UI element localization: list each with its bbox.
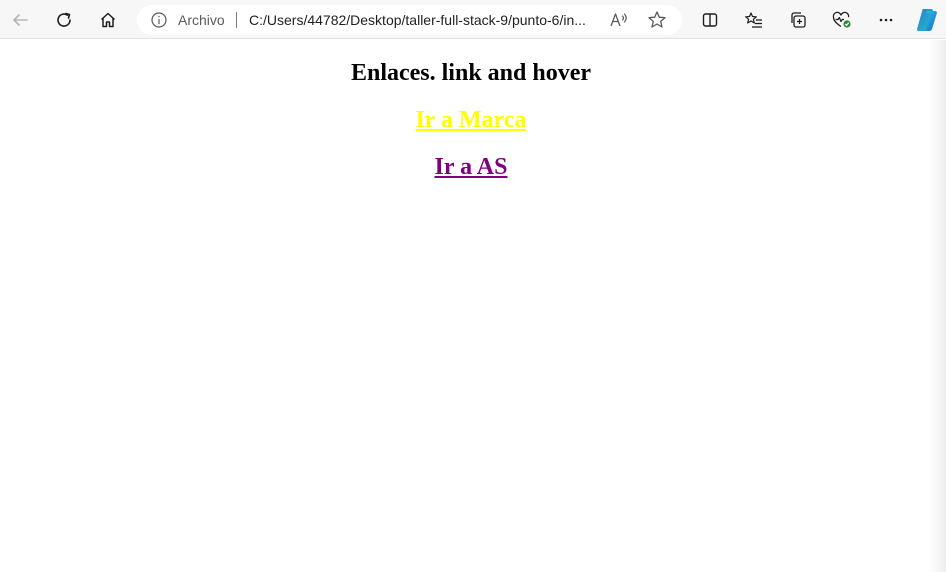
page-content: Enlaces. link and hover Ir a Marca Ir a … [0, 40, 930, 572]
home-button[interactable] [92, 4, 124, 36]
star-icon[interactable] [647, 10, 667, 30]
link-ir-a-as[interactable]: Ir a AS [0, 153, 942, 181]
refresh-icon [57, 12, 71, 27]
favorites-button[interactable] [738, 4, 770, 36]
url-text[interactable]: C:/Users/44782/Desktop/taller-full-stack… [249, 11, 601, 29]
more-button[interactable] [870, 4, 902, 36]
address-bar[interactable]: Archivo C:/Users/44782/Desktop/taller-fu… [137, 5, 682, 35]
favorites-list-icon [745, 12, 762, 28]
split-screen-icon [702, 13, 718, 27]
info-icon[interactable] [151, 12, 167, 28]
browser-essentials-button[interactable] [826, 4, 858, 36]
browser-essentials-icon [832, 11, 851, 28]
back-arrow-icon [13, 14, 28, 26]
link-ir-a-marca[interactable]: Ir a Marca [0, 106, 942, 134]
collections-button[interactable] [782, 4, 814, 36]
page-edge-shadow [930, 40, 946, 572]
read-aloud-icon[interactable] [609, 11, 629, 29]
back-button[interactable] [4, 4, 36, 36]
home-icon [100, 12, 116, 28]
refresh-button[interactable] [48, 4, 80, 36]
site-info-label[interactable]: Archivo [178, 11, 225, 29]
split-screen-button[interactable] [694, 4, 726, 36]
copilot-icon[interactable] [914, 7, 940, 33]
collections-icon [791, 12, 806, 28]
more-icon [879, 18, 893, 22]
page-heading: Enlaces. link and hover [350, 60, 592, 86]
browser-toolbar: Archivo C:/Users/44782/Desktop/taller-fu… [0, 0, 946, 39]
address-divider [236, 12, 237, 28]
